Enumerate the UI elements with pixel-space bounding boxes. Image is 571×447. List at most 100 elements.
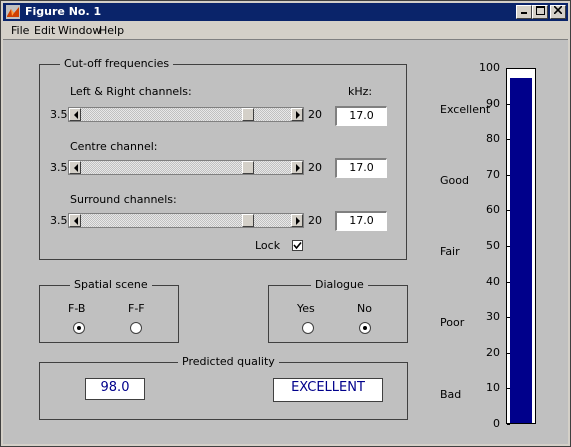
surround-channels-label: Surround channels: bbox=[70, 193, 177, 206]
slider-right-arrow[interactable] bbox=[291, 108, 303, 121]
y-tick-label: 40 bbox=[486, 274, 500, 288]
y-tick-label: 20 bbox=[486, 345, 500, 359]
y-tick-mark bbox=[507, 317, 510, 319]
spatial-fb-radio[interactable] bbox=[73, 322, 85, 334]
y-tick-label: 10 bbox=[486, 381, 500, 395]
dialogue-no-radio[interactable] bbox=[359, 322, 371, 334]
checkmark-icon bbox=[293, 241, 302, 250]
y-tick-label: 50 bbox=[486, 239, 500, 252]
y-tick-mark bbox=[507, 174, 510, 176]
lr-frequency-field[interactable]: 17.0 bbox=[335, 106, 387, 126]
maximize-button[interactable] bbox=[532, 5, 548, 19]
menu-file[interactable]: File bbox=[11, 24, 29, 37]
y-tick-mark bbox=[507, 210, 510, 212]
title-bar[interactable]: Figure No. 1 bbox=[3, 3, 568, 21]
slider-track[interactable] bbox=[81, 108, 291, 121]
lr-min-label: 3.5 bbox=[50, 108, 68, 121]
y-tick-mark bbox=[507, 352, 510, 354]
y-tick-mark bbox=[507, 424, 510, 425]
quality-bar bbox=[510, 78, 532, 423]
quality-grade-display: EXCELLENT bbox=[273, 378, 383, 402]
lock-checkbox[interactable] bbox=[292, 240, 303, 251]
y-tick-mark bbox=[507, 139, 510, 141]
lr-channels-slider[interactable] bbox=[68, 107, 304, 122]
window-title: Figure No. 1 bbox=[25, 5, 102, 18]
grade-label-poor: Poor bbox=[440, 316, 465, 329]
surround-channels-slider[interactable] bbox=[68, 213, 304, 228]
arrow-left-icon bbox=[74, 164, 78, 172]
slider-right-arrow[interactable] bbox=[291, 161, 303, 174]
grade-label-excellent: Excellent bbox=[440, 103, 491, 116]
slider-track[interactable] bbox=[81, 214, 291, 227]
slider-left-arrow[interactable] bbox=[69, 161, 81, 174]
y-tick-label: 60 bbox=[486, 203, 500, 217]
arrow-left-icon bbox=[74, 111, 78, 119]
spatial-ff-label: F-F bbox=[128, 302, 145, 315]
arrow-right-icon bbox=[296, 111, 300, 119]
slider-track[interactable] bbox=[81, 161, 291, 174]
spatial-fb-label: F-B bbox=[68, 302, 86, 315]
minimize-button[interactable] bbox=[516, 5, 532, 19]
predicted-quality-title: Predicted quality bbox=[178, 355, 279, 369]
close-button[interactable] bbox=[550, 5, 566, 19]
slider-thumb[interactable] bbox=[242, 161, 254, 174]
y-tick-label: 80 bbox=[486, 132, 500, 146]
dialogue-yes-radio[interactable] bbox=[302, 322, 314, 334]
menu-bar: File Edit Window Help bbox=[3, 21, 568, 39]
maximize-icon bbox=[535, 6, 545, 15]
lr-channels-label: Left & Right channels: bbox=[70, 85, 192, 98]
lock-label: Lock bbox=[255, 239, 281, 252]
slider-thumb[interactable] bbox=[242, 108, 254, 121]
menu-help[interactable]: Help bbox=[99, 24, 124, 37]
minimize-icon bbox=[521, 12, 527, 14]
arrow-right-icon bbox=[296, 164, 300, 172]
y-tick-mark bbox=[507, 103, 510, 105]
centre-channel-label: Centre channel: bbox=[70, 140, 158, 153]
dialogue-panel: Dialogue Yes No bbox=[268, 278, 408, 343]
arrow-left-icon bbox=[74, 217, 78, 225]
surround-max-label: 20 bbox=[308, 214, 322, 227]
centre-channel-slider[interactable] bbox=[68, 160, 304, 175]
y-tick-mark bbox=[507, 388, 510, 390]
radio-selected-dot bbox=[363, 326, 367, 330]
centre-frequency-field[interactable]: 17.0 bbox=[335, 158, 387, 178]
close-icon bbox=[553, 5, 563, 15]
menu-window[interactable]: Window bbox=[58, 24, 101, 37]
slider-thumb[interactable] bbox=[242, 214, 254, 227]
cutoff-frequencies-panel: Cut-off frequencies kHz: Left & Right ch… bbox=[39, 57, 407, 260]
spatial-scene-title: Spatial scene bbox=[70, 278, 152, 292]
radio-selected-dot bbox=[77, 326, 81, 330]
dialogue-title: Dialogue bbox=[311, 278, 368, 292]
lr-max-label: 20 bbox=[308, 108, 322, 121]
y-tick-mark bbox=[507, 68, 510, 69]
dialogue-no-label: No bbox=[357, 302, 372, 315]
y-tick-mark bbox=[507, 281, 510, 283]
chart-axes bbox=[506, 68, 536, 424]
grade-label-bad: Bad bbox=[440, 388, 462, 401]
centre-min-label: 3.5 bbox=[50, 161, 68, 174]
spatial-ff-radio[interactable] bbox=[130, 322, 142, 334]
slider-left-arrow[interactable] bbox=[69, 108, 81, 121]
slider-left-arrow[interactable] bbox=[69, 214, 81, 227]
spatial-scene-panel: Spatial scene F-B F-F bbox=[39, 278, 179, 343]
menu-edit[interactable]: Edit bbox=[34, 24, 55, 37]
grade-label-fair: Fair bbox=[440, 245, 460, 258]
cutoff-panel-title: Cut-off frequencies bbox=[60, 57, 174, 71]
dialogue-yes-label: Yes bbox=[297, 302, 315, 315]
khz-label: kHz: bbox=[348, 85, 373, 98]
y-tick-label: 30 bbox=[486, 310, 500, 324]
surround-frequency-field[interactable]: 17.0 bbox=[335, 211, 387, 231]
predicted-quality-panel: Predicted quality 98.0 EXCELLENT bbox=[39, 355, 408, 420]
y-tick-mark bbox=[507, 246, 510, 247]
surround-min-label: 3.5 bbox=[50, 214, 68, 227]
grade-label-good: Good bbox=[440, 174, 469, 187]
arrow-right-icon bbox=[296, 217, 300, 225]
y-tick-label: 0 bbox=[493, 417, 500, 430]
slider-right-arrow[interactable] bbox=[291, 214, 303, 227]
quality-score-display: 98.0 bbox=[85, 378, 145, 400]
figure-canvas: Cut-off frequencies kHz: Left & Right ch… bbox=[3, 39, 568, 444]
figure-window: Figure No. 1 File Edit Window Help Cut-o… bbox=[0, 0, 571, 447]
centre-max-label: 20 bbox=[308, 161, 322, 174]
matlab-logo-icon bbox=[6, 5, 20, 19]
y-tick-label: 70 bbox=[486, 167, 500, 181]
